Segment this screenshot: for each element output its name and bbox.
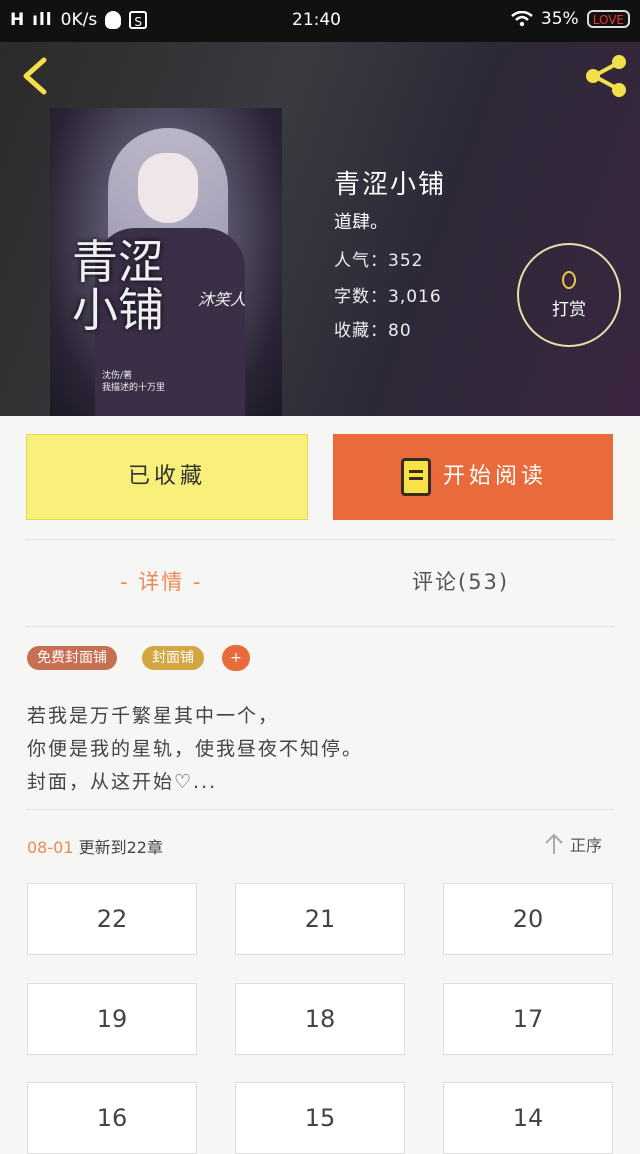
chapter-button[interactable]: 21 (235, 883, 405, 955)
chapter-button[interactable]: 14 (443, 1082, 613, 1154)
qq-icon (105, 11, 122, 29)
chapter-button[interactable]: 15 (235, 1082, 405, 1154)
chapter-button[interactable]: 20 (443, 883, 613, 955)
description-line: 若我是万千繁星其中一个， (27, 705, 280, 727)
update-text: 更新到22章 (78, 838, 163, 857)
wifi-icon (511, 11, 533, 27)
share-icon[interactable] (582, 52, 630, 100)
description-line: 封面，从这开始♡... (27, 771, 218, 793)
divider (26, 539, 614, 540)
favorited-button[interactable]: 已收藏 (26, 434, 308, 520)
chapter-button[interactable]: 22 (27, 883, 197, 955)
signal-indicator: H ıll (10, 10, 53, 30)
coin-icon (562, 271, 576, 289)
tab-comments[interactable]: 评论(53) (412, 566, 509, 596)
chapter-button[interactable]: 17 (443, 983, 613, 1055)
battery-percent: 35% (540, 9, 579, 29)
chapter-button[interactable]: 19 (27, 983, 197, 1055)
cover-title: 青涩小铺 (72, 235, 164, 337)
s-app-icon: S (129, 11, 148, 29)
chapter-button[interactable]: 16 (27, 1082, 197, 1154)
sort-order-label: 正序 (570, 836, 603, 855)
divider (26, 809, 614, 810)
tag-free-cover-shop[interactable]: 免费封面铺 (27, 646, 117, 670)
clock: 21:40 (292, 10, 341, 30)
update-date: 08-01 (27, 838, 74, 857)
favorites-stat: 收藏：80 (334, 321, 412, 341)
start-reading-button[interactable]: 开始阅读 (333, 434, 613, 520)
status-bar: H ıll 0K/s S 21:40 35% LOVE (0, 0, 640, 42)
book-cover[interactable]: 青涩小铺 沐笑人 沈伤/著 我描述的十万里 (50, 108, 282, 416)
word-count-stat: 字数：3,016 (334, 287, 442, 307)
tag-cover-shop[interactable]: 封面铺 (142, 646, 204, 670)
book-description: 若我是万千繁星其中一个， 你便是我的星轨，使我昼夜不知停。 封面，从这开始♡..… (27, 700, 607, 799)
cover-illustration-face (138, 153, 198, 223)
battery-icon: LOVE (586, 10, 630, 28)
description-line: 你便是我的星轨，使我昼夜不知停。 (27, 738, 364, 760)
start-reading-label: 开始阅读 (443, 464, 548, 489)
book-author[interactable]: 道肆。 (334, 208, 388, 234)
update-info: 08-01 更新到22章 (27, 834, 163, 858)
add-tag-button[interactable]: + (222, 645, 250, 671)
cover-signature: 沐笑人 (198, 290, 247, 309)
book-icon (401, 458, 431, 496)
divider (26, 626, 614, 627)
tip-label: 打赏 (552, 300, 586, 320)
chapter-button[interactable]: 18 (235, 983, 405, 1055)
book-title: 青涩小铺 (334, 170, 447, 200)
up-arrow-icon (545, 833, 563, 854)
back-icon[interactable] (18, 56, 52, 96)
sort-order-button[interactable]: 正序 (544, 832, 602, 856)
tip-button[interactable]: 打赏 (517, 243, 621, 347)
cover-subtitle: 沈伤/著 我描述的十万里 (102, 371, 166, 393)
popularity-stat: 人气：352 (334, 251, 424, 271)
network-speed: 0K/s (60, 10, 98, 30)
tab-details[interactable]: - 详情 - (120, 566, 203, 596)
